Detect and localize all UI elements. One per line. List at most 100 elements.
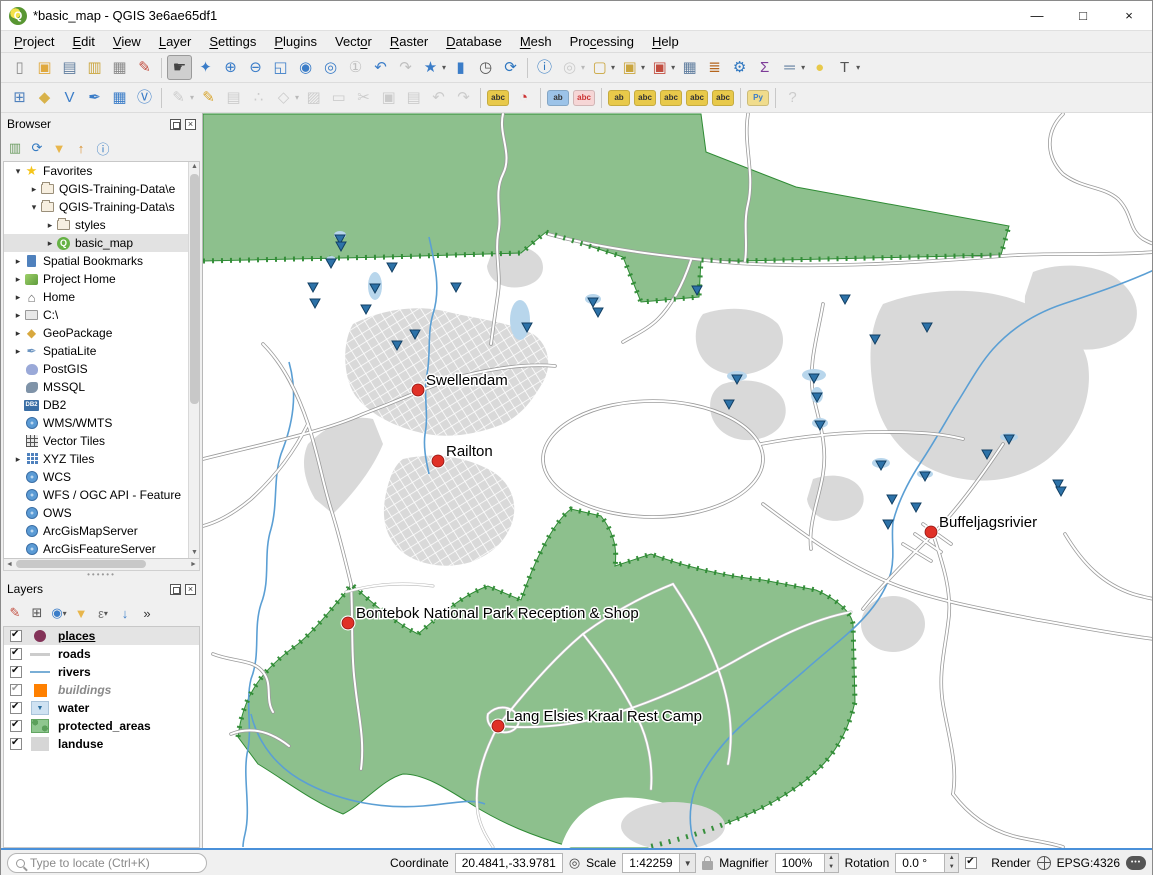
add-point-feature-icon[interactable]: ∴ xyxy=(247,86,270,109)
filter-legend-button[interactable]: ▼ xyxy=(71,603,91,623)
layer-item-buildings[interactable]: buildings xyxy=(4,681,199,699)
layer-visibility-checkbox[interactable] xyxy=(10,738,22,750)
messages-icon[interactable]: ••• xyxy=(1126,856,1146,870)
browser-item-wms[interactable]: WMS/WMTS xyxy=(4,414,199,432)
layer-item-protected-areas[interactable]: protected_areas xyxy=(4,717,199,735)
style-manager-icon[interactable]: ✎ xyxy=(133,56,156,79)
rotate-label-icon[interactable]: abc xyxy=(685,89,709,107)
undo-icon[interactable]: ↶ xyxy=(427,86,450,109)
browser-item-vector-tiles[interactable]: Vector Tiles xyxy=(4,432,199,450)
menu-raster[interactable]: Raster xyxy=(381,32,437,51)
browser-item-styles[interactable]: ▸ styles xyxy=(4,216,199,234)
text-annotation-icon[interactable]: T xyxy=(833,56,861,79)
vertex-tool-icon[interactable]: ◇ xyxy=(272,86,300,109)
magnifier-spinner[interactable]: 100% ▲▼ xyxy=(775,853,839,873)
browser-item-arcgis-featureserver[interactable]: ArcGisFeatureServer xyxy=(4,540,199,558)
redo-icon[interactable]: ↷ xyxy=(452,86,475,109)
expander-icon[interactable]: ▸ xyxy=(12,454,24,465)
rotation-spinner[interactable]: 0.0 ° ▲▼ xyxy=(895,853,959,873)
current-edits-icon[interactable]: ✎ xyxy=(167,86,195,109)
browser-item-spatial-bookmarks[interactable]: ▸ Spatial Bookmarks xyxy=(4,252,199,270)
coordinate-value[interactable]: 20.4841,-33.9781 xyxy=(455,853,563,873)
show-hide-labels-icon[interactable]: abc xyxy=(633,89,657,107)
zoom-out-icon[interactable]: ⊖ xyxy=(244,56,267,79)
zoom-last-icon[interactable]: ↶ xyxy=(369,56,392,79)
expander-icon[interactable]: ▸ xyxy=(12,310,24,321)
toggle-editing-icon[interactable]: ✎ xyxy=(197,86,220,109)
panel-splitter[interactable]: •••••• xyxy=(1,571,202,578)
browser-item-favorites[interactable]: ▾ ★ Favorites xyxy=(4,162,199,180)
browser-item-xyz-tiles[interactable]: ▸ XYZ Tiles xyxy=(4,450,199,468)
layer-visibility-checkbox[interactable] xyxy=(10,720,22,732)
manage-map-themes-button[interactable]: ◉ xyxy=(49,603,69,623)
modify-attributes-icon[interactable]: ▨ xyxy=(302,86,325,109)
pan-map-icon[interactable]: ☛ xyxy=(167,55,192,80)
new-bookmark-icon[interactable]: ★ xyxy=(419,56,447,79)
panel-overflow-button[interactable]: » xyxy=(137,603,157,623)
zoom-next-icon[interactable]: ↷ xyxy=(394,56,417,79)
save-project-icon[interactable]: ▤ xyxy=(58,56,81,79)
refresh-map-icon[interactable]: ⟳ xyxy=(499,56,522,79)
menu-mesh[interactable]: Mesh xyxy=(511,32,561,51)
expander-icon[interactable]: ▸ xyxy=(12,328,24,339)
data-source-manager-icon[interactable]: ⊞ xyxy=(8,86,31,109)
expander-icon[interactable]: ▸ xyxy=(44,220,56,231)
chevron-down-icon[interactable] xyxy=(190,93,194,102)
browser-item-arcgis-mapserver[interactable]: ArcGisMapServer xyxy=(4,522,199,540)
browser-item-training-data-e[interactable]: ▸ QGIS-Training-Data\e xyxy=(4,180,199,198)
layer-item-landuse[interactable]: landuse xyxy=(4,735,199,753)
new-geopackage-layer-icon[interactable]: ◆ xyxy=(33,86,56,109)
minimize-button[interactable]: — xyxy=(1014,1,1060,30)
pin-unpin-labels-icon[interactable]: ab xyxy=(607,89,631,107)
browser-item-db2[interactable]: DB2 DB2 xyxy=(4,396,199,414)
layer-diagram-icon[interactable]: ◔ xyxy=(512,86,535,109)
browser-item-ows[interactable]: OWS xyxy=(4,504,199,522)
zoom-full-icon[interactable]: ◱ xyxy=(269,56,292,79)
statistical-summary-icon[interactable]: Σ xyxy=(753,56,776,79)
layer-item-rivers[interactable]: rivers xyxy=(4,663,199,681)
paste-features-icon[interactable]: ▤ xyxy=(402,86,425,109)
run-feature-action-icon[interactable]: ◎ xyxy=(558,56,586,79)
menu-view[interactable]: View xyxy=(104,32,150,51)
close-panel-icon[interactable]: × xyxy=(185,119,196,130)
locator-input[interactable] xyxy=(30,856,198,870)
select-features-icon[interactable]: ▢ xyxy=(588,56,616,79)
help-icon[interactable]: ? xyxy=(781,86,804,109)
browser-item-postgis[interactable]: PostGIS xyxy=(4,360,199,378)
layer-item-water[interactable]: water xyxy=(4,699,199,717)
python-console-icon[interactable]: Py xyxy=(746,89,770,107)
pan-to-selection-icon[interactable]: ✦ xyxy=(194,56,217,79)
layer-visibility-checkbox[interactable] xyxy=(10,684,22,696)
delete-selected-icon[interactable]: ▭ xyxy=(327,86,350,109)
browser-vertical-scrollbar[interactable]: ▲ ▼ xyxy=(188,162,199,558)
field-calculator-icon[interactable]: ≣ xyxy=(703,56,726,79)
expander-icon[interactable]: ▸ xyxy=(28,184,40,195)
crs-globe-icon[interactable] xyxy=(1037,856,1051,870)
new-print-layout-icon[interactable]: ▥ xyxy=(83,56,106,79)
save-layer-edits-icon[interactable]: ▤ xyxy=(222,86,245,109)
undock-panel-icon[interactable] xyxy=(170,119,181,130)
collapse-all-button[interactable]: ↑ xyxy=(71,138,91,158)
chevron-down-icon[interactable] xyxy=(671,63,675,72)
deselect-features-icon[interactable]: ▣ xyxy=(648,56,676,79)
chevron-down-icon[interactable] xyxy=(856,63,860,72)
menu-processing[interactable]: Processing xyxy=(561,32,643,51)
browser-horizontal-scrollbar[interactable]: ◄ ► xyxy=(3,559,200,571)
maximize-button[interactable]: □ xyxy=(1060,1,1106,30)
layer-labeling-icon[interactable]: abc xyxy=(486,89,510,107)
menu-project[interactable]: Project xyxy=(5,32,63,51)
browser-item-c-drive[interactable]: ▸ C:\ xyxy=(4,306,199,324)
new-virtual-layer-icon[interactable]: Ⓥ xyxy=(133,86,156,109)
open-project-icon[interactable]: ▣ xyxy=(33,56,56,79)
browser-item-home[interactable]: ▸ ⌂ Home xyxy=(4,288,199,306)
expander-icon[interactable]: ▸ xyxy=(12,274,24,285)
layer-visibility-checkbox[interactable] xyxy=(10,702,22,714)
rotation-value[interactable]: 0.0 ° xyxy=(895,853,945,873)
chevron-down-icon[interactable] xyxy=(801,63,805,72)
new-shapefile-layer-icon[interactable]: V xyxy=(58,86,81,109)
browser-item-training-data-s[interactable]: ▾ QGIS-Training-Data\s xyxy=(4,198,199,216)
zoom-in-icon[interactable]: ⊕ xyxy=(219,56,242,79)
layer-visibility-checkbox[interactable] xyxy=(10,630,22,642)
browser-item-mssql[interactable]: MSSQL xyxy=(4,378,199,396)
browser-item-basic-map[interactable]: ▸ Q basic_map xyxy=(4,234,199,252)
